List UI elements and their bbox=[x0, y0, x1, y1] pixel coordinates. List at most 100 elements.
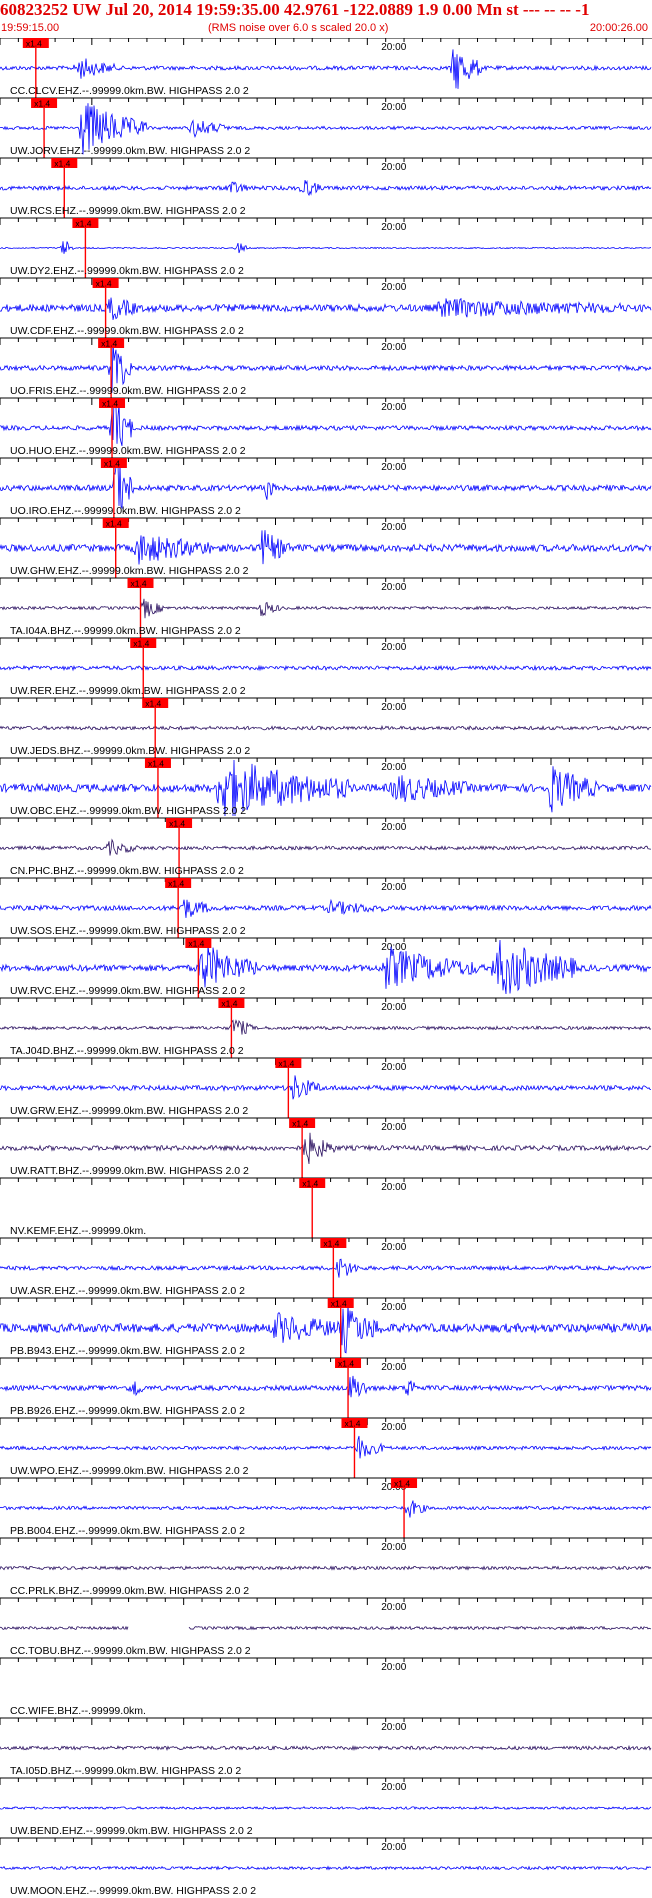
minute-label: 20:00 bbox=[381, 282, 406, 293]
station-label: UO.FRIS.EHZ.--.99999.0km.BW. HIGHPASS 2.… bbox=[10, 385, 246, 397]
station-label: UW.MOON.EHZ.--.99999.0km.BW. HIGHPASS 2.… bbox=[10, 1885, 256, 1897]
pick-label: x1.4 bbox=[145, 699, 161, 709]
trace-row: 20:00 x1.4 NV.KEMF.EHZ.--.99999.0km. bbox=[0, 1177, 652, 1238]
waveform bbox=[0, 1625, 652, 1631]
minute-label: 20:00 bbox=[381, 1062, 406, 1073]
trace-row: 20:00 UW.BEND.EHZ.--.99999.0km.BW. HIGHPA… bbox=[0, 1777, 652, 1837]
waveform bbox=[0, 1375, 652, 1398]
waveform bbox=[0, 898, 652, 918]
trace-row: 20:00 x1.4 UW.RATT.BHZ.--.99999.0km.BW. HI… bbox=[0, 1117, 652, 1178]
station-label: TA.J04D.BHZ.--.99999.0km.BW. HIGHPASS 2.… bbox=[10, 1045, 244, 1057]
trace-row: 20:00 x1.4 TA.I04A.BHZ.--.99999.0km.BW. HI… bbox=[0, 577, 652, 638]
waveform bbox=[0, 1565, 652, 1571]
pick-label: x1.4 bbox=[96, 279, 112, 289]
noise-note: (RMS noise over 6.0 s scaled 20.0 x) bbox=[208, 22, 389, 34]
trace-row: 20:00x1.4PB.B004.EHZ.--.99999.0km.BW. HI… bbox=[0, 1477, 652, 1538]
waveform bbox=[0, 1075, 651, 1100]
station-label: PB.B004.EHZ.--.99999.0km.BW. HIGHPASS 2.… bbox=[10, 1525, 245, 1537]
minute-label: 20:00 bbox=[381, 762, 406, 773]
minute-label: 20:00 bbox=[381, 522, 406, 533]
pick-label: x1.4 bbox=[302, 1179, 318, 1189]
minute-label: 20:00 bbox=[381, 822, 406, 833]
pick-label: x1.4 bbox=[188, 939, 204, 949]
trace-row: 20:00 x1.4 UW.RCS.EHZ.--.99999.0km.BW. HIG… bbox=[0, 157, 652, 218]
minute-label: 20:00 bbox=[381, 702, 406, 713]
station-label: UW.RATT.BHZ.--.99999.0km.BW. HIGHPASS 2.… bbox=[10, 1165, 249, 1177]
waveform bbox=[0, 1805, 652, 1810]
waveform bbox=[0, 664, 652, 672]
pick-label: x1.4 bbox=[148, 759, 164, 769]
minute-label: 20:00 bbox=[381, 462, 406, 473]
waveform bbox=[0, 459, 652, 510]
station-label: UW.GRW.EHZ.--.99999.0km.BW. HIGHPASS 2.0… bbox=[10, 1105, 248, 1117]
station-label: UO.IRO.EHZ.--.99999.0km.BW. HIGHPASS 2.0… bbox=[10, 505, 241, 517]
trace-row: 20:00 x1.4 UW.GRW.EHZ.--.99999.0km.BW. HIG… bbox=[0, 1057, 652, 1118]
pick-label: x1.4 bbox=[104, 459, 120, 469]
station-label: PB.B943.EHZ.--.99999.0km.BW. HIGHPASS 2.… bbox=[10, 1345, 245, 1357]
station-label: CC.WIFE.BHZ.--.99999.0km. bbox=[10, 1705, 146, 1717]
pick-label: x1.4 bbox=[75, 219, 91, 229]
waveform bbox=[0, 838, 651, 856]
station-label: UW.RER.EHZ.--.99999.0km.BW. HIGHPASS 2.0… bbox=[10, 685, 246, 697]
trace-row: 20:00 x1.4 UW.DY2.EHZ.--.99999.0km.BW. HIG… bbox=[0, 217, 652, 278]
waveform bbox=[0, 1500, 652, 1518]
minute-label: 20:00 bbox=[381, 1122, 406, 1133]
pick-label: x1.4 bbox=[133, 639, 149, 649]
waveform bbox=[0, 399, 652, 446]
minute-label: 20:00 bbox=[381, 342, 406, 353]
minute-label: 20:00 bbox=[381, 1242, 406, 1253]
station-label: UW.CDF.EHZ.--.99999.0km.BW. HIGHPASS 2.0… bbox=[10, 325, 244, 337]
minute-label: 20:00 bbox=[381, 1602, 406, 1613]
station-label: CC.PRLK.BHZ.--.99999.0km.BW. HIGHPASS 2.… bbox=[10, 1585, 249, 1597]
pick-label: x1.4 bbox=[338, 1359, 354, 1369]
station-label: UW.DY2.EHZ.--.99999.0km.BW. HIGHPASS 2.0… bbox=[10, 265, 244, 277]
pick-label: x1.4 bbox=[221, 999, 237, 1009]
start-time-label: 19:59:15.00 bbox=[1, 22, 60, 34]
trace-row: 20:00 x1.4 UW.RER.EHZ.--.99999.0km.BW. HIG… bbox=[0, 637, 652, 698]
pick-label: x1.4 bbox=[168, 879, 184, 889]
waveform bbox=[0, 1019, 652, 1035]
trace-row: 20:00 UW.MOON.EHZ.--.99999.0km.BW. HIGHPA… bbox=[0, 1837, 652, 1897]
minute-label: 20:00 bbox=[381, 1542, 406, 1553]
event-title: 60823252 UW Jul 20, 2014 19:59:35.00 42.… bbox=[0, 0, 590, 19]
pick-label: x1.4 bbox=[101, 339, 117, 349]
pick-label: x1.4 bbox=[102, 399, 118, 409]
minute-label: 20:00 bbox=[381, 222, 406, 233]
minute-label: 20:00 bbox=[381, 582, 406, 593]
station-label: UW.BEND.EHZ.--.99999.0km.BW. HIGHPASS 2.… bbox=[10, 1825, 253, 1837]
station-label: UW.ASR.EHZ.--.99999.0km.BW. HIGHPASS 2.0… bbox=[10, 1285, 245, 1297]
minute-label: 20:00 bbox=[381, 1302, 406, 1313]
pick-label: x1.4 bbox=[106, 519, 122, 529]
pick-label: x1.4 bbox=[278, 1059, 294, 1069]
minute-label: 20:00 bbox=[381, 1422, 406, 1433]
station-label: NV.KEMF.EHZ.--.99999.0km. bbox=[10, 1225, 146, 1237]
waveform bbox=[0, 1865, 652, 1871]
station-label: PB.B926.EHZ.--.99999.0km.BW. HIGHPASS 2.… bbox=[10, 1405, 245, 1417]
station-label: UO.HUO.EHZ.--.99999.0km.BW. HIGHPASS 2.0… bbox=[10, 445, 246, 457]
station-label: UW.OBC.EHZ.--.99999.0km.BW. HIGHPASS 2.0… bbox=[10, 805, 246, 817]
trace-row: 20:00 CC.PRLK.BHZ.--.99999.0km.BW. HIGHPA… bbox=[0, 1537, 652, 1597]
trace-row: 20:00 x1.4 PB.B943.EHZ.--.99999.0km.BW. HI… bbox=[0, 1297, 652, 1358]
minute-label: 20:00 bbox=[381, 882, 406, 893]
minute-label: 20:00 bbox=[381, 942, 406, 953]
pick-label: x1.4 bbox=[34, 99, 50, 109]
station-label: UW.GHW.EHZ.--.99999.0km.BW. HIGHPASS 2.0… bbox=[10, 565, 249, 577]
pick-label: x1.4 bbox=[292, 1119, 308, 1129]
minute-label: 20:00 bbox=[381, 1662, 406, 1673]
trace-row: 20:00 x1.4 PB.B926.EHZ.--.99999.0km.BW. HI… bbox=[0, 1357, 652, 1418]
station-label: TA.I05D.BHZ.--.99999.0km.BW. HIGHPASS 2.… bbox=[10, 1765, 241, 1777]
minute-label: 20:00 bbox=[381, 1842, 406, 1853]
waveform bbox=[0, 241, 651, 254]
waveform bbox=[0, 179, 652, 197]
trace-row: 20:00 CC.TOBU.BHZ.--.99999.0km.BW. HIGHPA… bbox=[0, 1597, 652, 1657]
waveform bbox=[0, 1258, 652, 1278]
station-label: UW.SOS.EHZ.--.99999.0km.BW. HIGHPASS 2.0… bbox=[10, 925, 246, 937]
trace-row: 20:00 x1.4 UW.WPO.EHZ.--.99999.0km.BW. HIG… bbox=[0, 1417, 652, 1478]
trace-row: 20:00 x1.4 UO.IRO.EHZ.--.99999.0km.BW. HIG… bbox=[0, 457, 652, 518]
trace-row: 20:00 x1.4 TA.J04D.BHZ.--.99999.0km.BW. HI… bbox=[0, 997, 652, 1058]
trace-row: 20:00 x1.4 UW.JORV.EHZ.--.99999.0km.BW. HI… bbox=[0, 97, 652, 158]
waveform bbox=[0, 49, 652, 89]
pick-label: x1.4 bbox=[169, 819, 185, 829]
waveform bbox=[0, 1132, 652, 1165]
trace-row: 20:00 x1.4 UW.RVC.EHZ.--.99999.0km.BW. HIG… bbox=[0, 937, 652, 998]
